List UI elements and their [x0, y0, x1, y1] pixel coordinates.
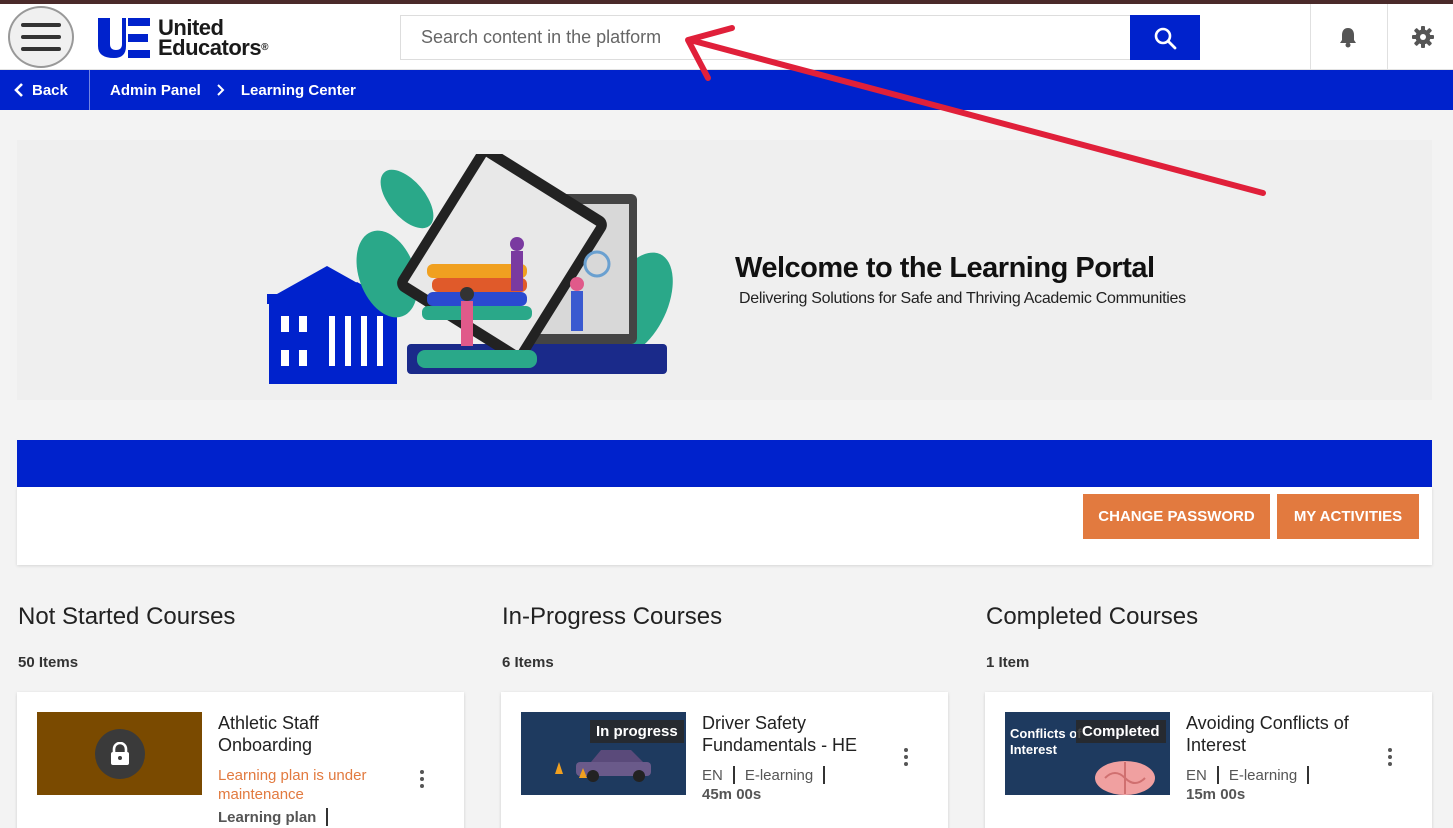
- course-title[interactable]: Athletic Staff Onboarding: [218, 712, 408, 756]
- course-type: Learning plan: [218, 808, 317, 826]
- banner-subtitle: Delivering Solutions for Safe and Thrivi…: [739, 290, 1186, 307]
- united-educators-logo[interactable]: United Educators®: [96, 14, 268, 62]
- course-options-button[interactable]: [412, 766, 432, 792]
- bell-icon: [1340, 28, 1356, 48]
- back-button[interactable]: Back: [14, 70, 68, 110]
- registered-mark: ®: [261, 42, 268, 53]
- header-divider: [1310, 4, 1311, 70]
- search-button[interactable]: [1130, 15, 1200, 60]
- in-progress-count: 6 Items: [502, 654, 554, 671]
- course-meta: Learning plan: [218, 808, 338, 826]
- kebab-dot: [420, 770, 424, 774]
- course-options-button[interactable]: [1380, 744, 1400, 770]
- course-meta: EN E-learning: [1186, 766, 1319, 784]
- course-meta: EN E-learning: [702, 766, 835, 784]
- course-card-athletic-staff[interactable]: Athletic Staff Onboarding Learning plan …: [17, 692, 464, 828]
- search-icon: [1154, 27, 1177, 49]
- course-thumbnail: [37, 712, 202, 795]
- gear-icon: [1412, 26, 1434, 48]
- kebab-dot: [420, 784, 424, 788]
- breadcrumb: Back Admin Panel Learning Center: [0, 70, 1453, 110]
- course-language: EN: [1186, 766, 1207, 784]
- meta-separator: [326, 808, 329, 826]
- not-started-count: 50 Items: [18, 654, 79, 671]
- banner-title: Welcome to the Learning Portal: [735, 252, 1155, 284]
- maintenance-warning: Learning plan is under maintenance: [218, 767, 367, 803]
- completed-title: Completed Courses: [986, 603, 1199, 630]
- header-divider: [1387, 4, 1388, 70]
- settings-button[interactable]: [1408, 22, 1438, 52]
- kebab-dot: [904, 762, 908, 766]
- kebab-dot: [1388, 762, 1392, 766]
- welcome-banner: Welcome to the Learning Portal Deliverin…: [17, 140, 1432, 400]
- course-card-conflicts-of-interest[interactable]: Conflicts of Interest Completed Avoiding…: [985, 692, 1432, 828]
- meta-separator: [823, 766, 826, 784]
- logo-wordmark: United Educators®: [158, 17, 268, 60]
- hamburger-icon-bar: [21, 47, 61, 51]
- status-badge: In progress: [590, 720, 684, 743]
- app-header: United Educators®: [0, 4, 1453, 70]
- in-progress-title: In-Progress Courses: [502, 603, 723, 630]
- course-type: E-learning: [744, 766, 814, 784]
- chevron-right-icon: [217, 84, 225, 96]
- kebab-dot: [904, 755, 908, 759]
- hamburger-menu-button[interactable]: [8, 6, 74, 68]
- course-duration: 15m 00s: [1186, 786, 1246, 803]
- course-thumbnail: In progress: [521, 712, 686, 795]
- logo-line-2: Educators®: [158, 35, 268, 60]
- breadcrumb-admin-panel[interactable]: Admin Panel: [110, 82, 201, 99]
- course-type: E-learning: [1228, 766, 1298, 784]
- kebab-dot: [1388, 748, 1392, 752]
- hamburger-icon-bar: [21, 35, 61, 39]
- course-thumbnail: Conflicts of Interest Completed: [1005, 712, 1170, 795]
- meta-separator: [732, 766, 735, 784]
- course-title[interactable]: Avoiding Conflicts of Interest: [1186, 712, 1376, 756]
- chevron-left-icon: [14, 83, 23, 97]
- course-duration: 45m 00s: [702, 786, 762, 803]
- ue-logo-mark-icon: [98, 18, 150, 58]
- kebab-dot: [904, 748, 908, 752]
- breadcrumb-learning-center[interactable]: Learning Center: [241, 82, 356, 99]
- hamburger-icon-bar: [21, 23, 61, 27]
- lock-icon: [110, 741, 129, 765]
- not-started-title: Not Started Courses: [18, 603, 236, 630]
- meta-separator: [1307, 766, 1310, 784]
- logo-line-2-text: Educators: [158, 35, 262, 60]
- breadcrumb-divider: [89, 70, 90, 110]
- course-card-driver-safety[interactable]: In progress Driver Safety Fundamentals -…: [501, 692, 948, 828]
- lock-badge: [94, 728, 145, 779]
- action-panel: CHANGE PASSWORD MY ACTIVITIES: [17, 487, 1432, 565]
- completed-count: 1 Item: [986, 654, 1030, 671]
- kebab-dot: [420, 777, 424, 781]
- course-options-button[interactable]: [896, 744, 916, 770]
- status-badge: Completed: [1076, 720, 1166, 743]
- change-password-button[interactable]: CHANGE PASSWORD: [1083, 494, 1270, 539]
- breadcrumb-trail: Admin Panel Learning Center: [110, 70, 356, 110]
- kebab-dot: [1388, 755, 1392, 759]
- notifications-button[interactable]: [1333, 22, 1363, 52]
- brain-illustration: [1095, 761, 1155, 795]
- search-bar: [400, 15, 1200, 60]
- course-language: EN: [702, 766, 723, 784]
- profile-header-bar: [17, 440, 1432, 487]
- banner-illustration: [267, 154, 673, 384]
- course-title[interactable]: Driver Safety Fundamentals - HE: [702, 712, 892, 756]
- back-label: Back: [32, 81, 68, 99]
- meta-separator: [1216, 766, 1219, 784]
- my-activities-button[interactable]: MY ACTIVITIES: [1277, 494, 1419, 539]
- search-input[interactable]: [400, 15, 1130, 60]
